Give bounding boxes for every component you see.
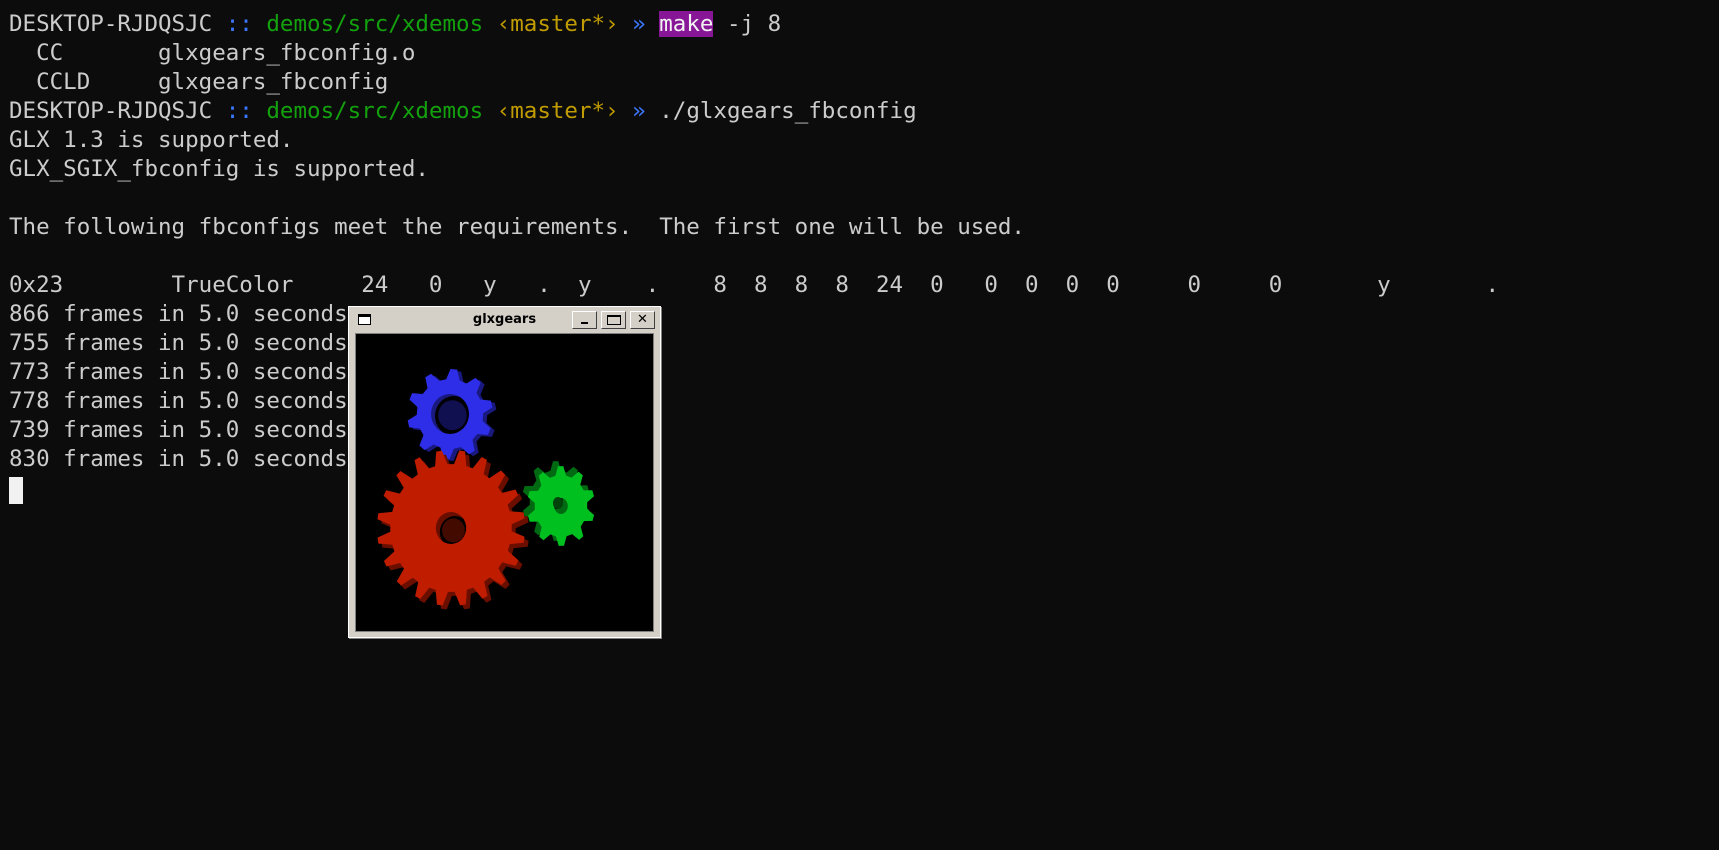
green-gear [522, 461, 595, 546]
red-gear-hole-wall [442, 518, 465, 543]
frames-line: 778 frames in 5.0 seconds [9, 388, 348, 414]
git-branch: ‹master*› [496, 11, 619, 37]
frames-line: 755 frames in 5.0 seconds [9, 330, 348, 356]
gears-canvas[interactable] [355, 333, 654, 632]
frames-line: 866 frames in 5.0 seconds [9, 301, 348, 327]
glxgears-window[interactable]: glxgears ✕ [348, 306, 661, 638]
hostname: DESKTOP-RJDQSJC [9, 11, 213, 37]
build-line-cc: CC glxgears_fbconfig.o [9, 40, 416, 66]
window-titlebar[interactable]: glxgears ✕ [352, 310, 657, 330]
close-icon: ✕ [637, 312, 648, 327]
terminal-window[interactable]: DESKTOP-RJDQSJC :: demos/src/xdemos ‹mas… [0, 0, 1719, 850]
output-line: GLX 1.3 is supported. [9, 127, 294, 153]
maximize-icon [607, 315, 621, 325]
green-gear-hole-wall [552, 497, 564, 509]
current-path: demos/src/xdemos [266, 98, 484, 124]
text-cursor [9, 477, 23, 504]
frames-line: 830 frames in 5.0 seconds [9, 446, 348, 472]
command-run: ./glxgears_fbconfig [659, 98, 917, 124]
fbconfig-row: 0x23 TrueColor 24 0 y . y . 8 8 8 8 24 0… [9, 272, 1500, 298]
prompt-arrow: » [632, 11, 646, 37]
blue-gear [407, 369, 497, 461]
maximize-button[interactable] [601, 311, 626, 329]
prompt-separator: :: [225, 98, 253, 124]
minimize-button[interactable] [572, 311, 597, 329]
command-args: -j 8 [713, 11, 782, 37]
prompt-arrow: » [632, 98, 646, 124]
command-make: make [659, 11, 714, 37]
frames-line: 739 frames in 5.0 seconds [9, 417, 348, 443]
frames-line: 773 frames in 5.0 seconds [9, 359, 348, 385]
build-line-ccld: CCLD glxgears_fbconfig [9, 69, 389, 95]
blue-gear-hole-wall [438, 400, 467, 431]
close-button[interactable]: ✕ [630, 311, 655, 329]
output-line: The following fbconfigs meet the require… [9, 214, 1025, 240]
gears-render [377, 369, 595, 610]
red-gear [377, 450, 529, 610]
prompt-separator: :: [225, 11, 253, 37]
minimize-icon [581, 322, 588, 324]
current-path: demos/src/xdemos [266, 11, 484, 37]
hostname: DESKTOP-RJDQSJC [9, 98, 213, 124]
prompt-line-1: DESKTOP-RJDQSJC :: demos/src/xdemos ‹mas… [9, 10, 781, 39]
git-branch: ‹master*› [496, 98, 619, 124]
output-line: GLX_SGIX_fbconfig is supported. [9, 156, 429, 182]
prompt-line-2: DESKTOP-RJDQSJC :: demos/src/xdemos ‹mas… [9, 97, 917, 126]
